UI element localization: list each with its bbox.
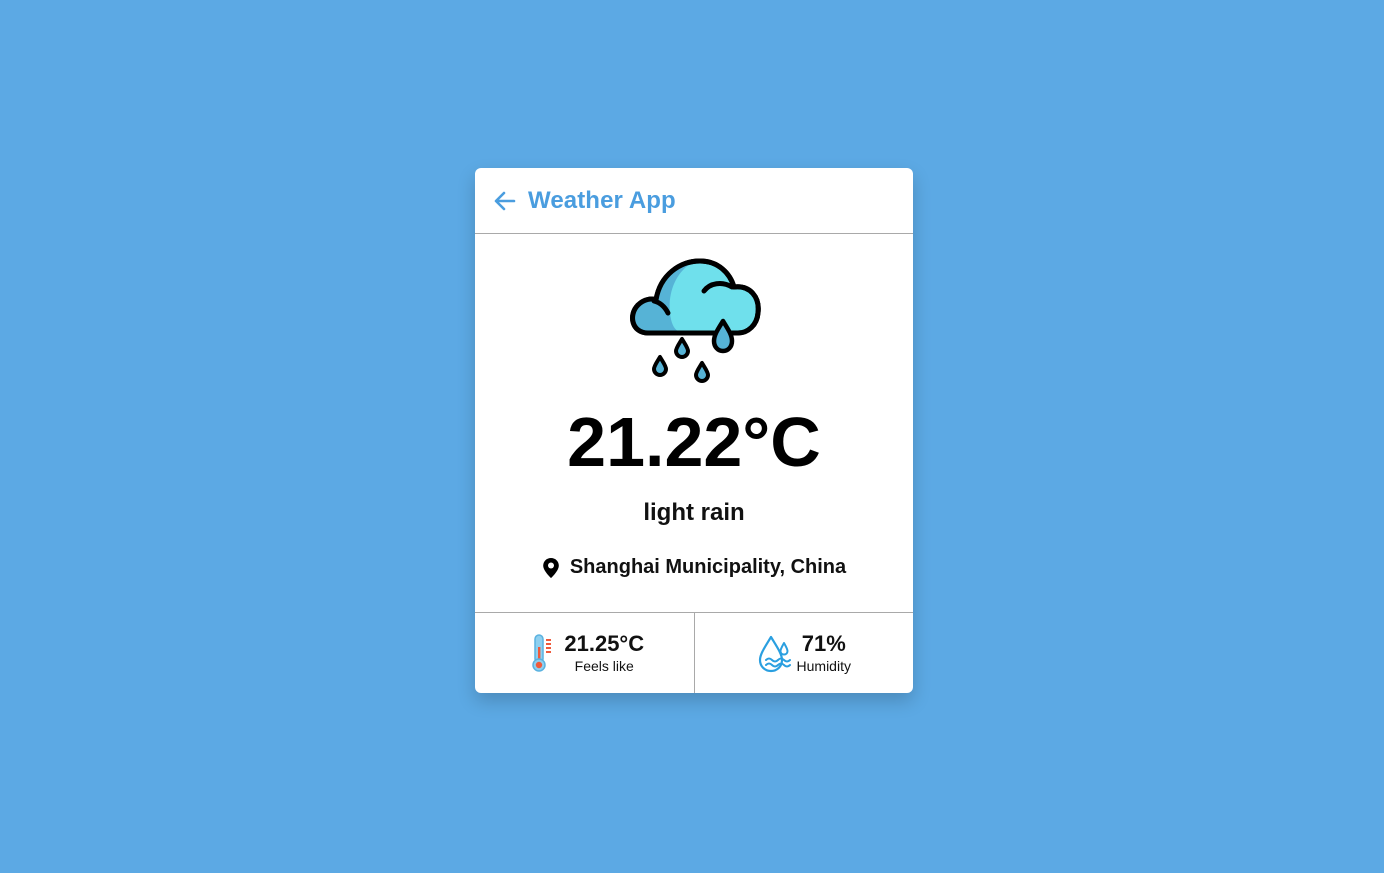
feels-like-stat: 21.25°C Feels like: [475, 613, 694, 693]
back-button[interactable]: [493, 189, 517, 213]
location-name: Shanghai Municipality, China: [569, 556, 847, 578]
thermometer-icon: [532, 634, 552, 672]
humidity-label: Humidity: [796, 658, 851, 674]
humidity-value: 71%: [801, 631, 846, 656]
weather-description: light rain: [643, 499, 745, 526]
temperature: 21.22°C: [567, 403, 821, 481]
arrow-left-icon: [494, 191, 516, 210]
rain-cloud-icon: [630, 258, 761, 383]
feels-like-value: 21.25°C: [564, 631, 645, 656]
weather-stats: 21.25°C Feels like 71% Humidity: [475, 613, 913, 693]
app-title: Weather App: [528, 186, 676, 214]
humidity-stat: 71% Humidity: [693, 613, 914, 693]
feels-like-label: Feels like: [574, 658, 634, 674]
humidity-icon: [758, 635, 791, 673]
location: Shanghai Municipality, China: [475, 556, 913, 579]
current-weather: 21.22°C light rain Shanghai Municipality…: [475, 234, 913, 613]
location-pin-icon: [543, 557, 559, 578]
card-header: Weather App: [475, 168, 913, 234]
weather-card: Weather App 21.22°C light rain Shanghai …: [475, 168, 913, 693]
